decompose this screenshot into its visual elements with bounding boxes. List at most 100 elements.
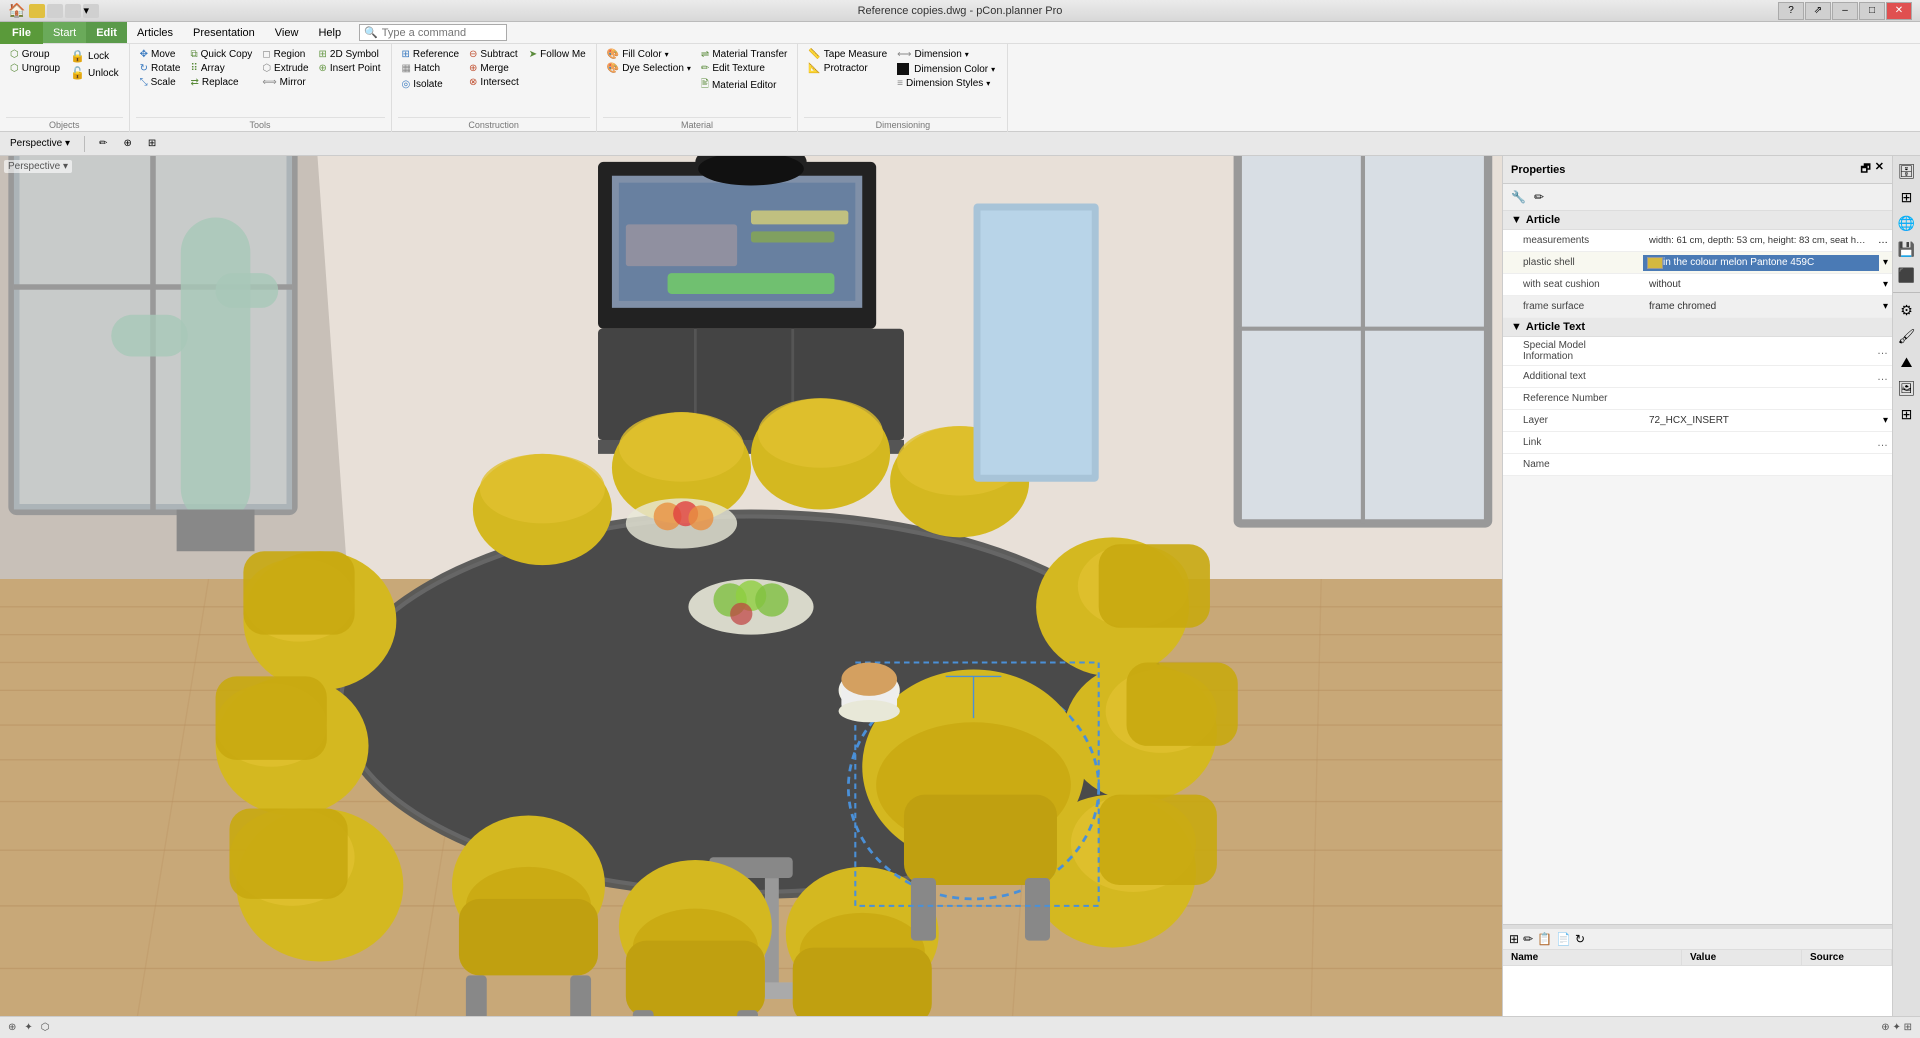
lock-btn[interactable]: 🔒 Lock [66,48,123,64]
subtract-btn[interactable]: ⊖ Subtract [465,48,523,61]
properties-panel: Properties 🗗 ✕ 🔧 ✏ ▼ Article measurement… [1502,156,1892,1016]
seat-cushion-dropdown[interactable]: ▾ [1879,279,1892,290]
minimize-btn[interactable]: – [1832,2,1858,20]
intersect-btn[interactable]: ⊗ Intersect [465,76,523,89]
plastic-shell-color-swatch [1647,257,1663,269]
quick-access-redo[interactable] [65,4,81,18]
status-nav2: ⬡ [41,1022,50,1033]
dimension-color-btn[interactable]: Dimension Color ▾ [893,62,999,76]
subtract-icon: ⊖ [469,49,477,60]
mirror-btn[interactable]: ⟺ Mirror [258,76,312,89]
material-transfer-btn[interactable]: ⇌ Material Transfer [697,48,791,61]
quick-copy-btn[interactable]: ⧉ Quick Copy [186,48,256,61]
ungroup-btn[interactable]: ⬡ Ungroup [6,62,64,75]
dye-selection-icon: 🎨 [607,63,619,74]
props-tool-pencil[interactable]: ✏ [1532,188,1546,206]
measurements-more-btn[interactable]: … [1874,235,1892,246]
sidebar-icon-save[interactable]: 💾 [1896,238,1918,260]
special-model-more-btn[interactable]: … [1873,345,1892,357]
props-tool-wrench[interactable]: 🔧 [1509,188,1528,206]
draw-tool[interactable]: ✏ [93,136,113,151]
array-btn[interactable]: ⠿ Array [186,62,256,75]
menu-view[interactable]: View [265,22,309,43]
prop-value-measurements: width: 61 cm, depth: 53 cm, height: 83 c… [1643,233,1874,248]
rotate-btn[interactable]: ↻ Rotate [136,62,185,75]
follow-me-btn[interactable]: ➤ Follow Me [525,48,590,61]
tape-measure-icon: 📏 [808,49,820,60]
props-bottom: ⊞ ✏ 📋 📄 ↻ Name Value Source [1503,924,1892,1016]
props-bottom-icon3[interactable]: 📋 [1537,932,1552,946]
select-tool[interactable]: ⊕ [117,136,137,151]
props-table-content [1503,966,1892,1016]
quick-access-more[interactable]: ▾ [83,4,99,18]
props-bottom-icon1[interactable]: ⊞ [1509,932,1519,946]
dimension-styles-btn[interactable]: ≡ Dimension Styles [893,77,999,90]
sidebar-icon-terrain[interactable]: ⛰ [1896,351,1918,373]
insert-point-btn[interactable]: ⊕ Insert Point [315,62,385,75]
share-btn[interactable]: ⇗ [1805,2,1831,20]
hatch-btn[interactable]: ▦ Hatch [398,62,464,75]
sidebar-icon-layers[interactable]: ⊞ [1896,186,1918,208]
move-btn[interactable]: ✥ Move [136,48,185,61]
edit-texture-btn[interactable]: ✏ Edit Texture [697,62,791,75]
group-btn[interactable]: ⬡ Group [6,48,64,61]
material-editor-btn[interactable]: 🖹 Material Editor [697,76,791,95]
menu-edit[interactable]: Edit [86,22,127,43]
article-collapse-icon: ▼ [1511,214,1522,226]
extrude-btn[interactable]: ⬡ Extrude [258,62,312,75]
article-text-section-label: Article Text [1526,321,1585,333]
search-box[interactable]: 🔍 [359,24,507,41]
scale-btn[interactable]: ⤡ Scale [136,76,185,89]
region-btn[interactable]: ◻ Region [258,48,312,61]
nav-tool[interactable]: ⊞ [142,136,162,151]
unlock-btn[interactable]: 🔓 Unlock [66,65,123,81]
article-section-header[interactable]: ▼ Article [1503,211,1892,230]
quick-access-save[interactable] [29,4,45,18]
search-input[interactable] [382,27,502,39]
scale-icon: ⤡ [140,77,148,88]
props-bottom-icon4[interactable]: 📄 [1556,932,1571,946]
props-bottom-icon2[interactable]: ✏ [1523,932,1533,946]
sidebar-icon-image[interactable]: 🖼 [1896,377,1918,399]
restore-btn[interactable]: □ [1859,2,1885,20]
dimension-btn[interactable]: ⟷ Dimension [893,48,999,61]
close-btn[interactable]: ✕ [1886,2,1912,20]
menu-articles[interactable]: Articles [127,22,183,43]
fill-color-btn[interactable]: 🎨 Fill Color ▾ [603,48,695,61]
menu-file[interactable]: File [0,22,43,44]
merge-btn[interactable]: ⊕ Merge [465,62,523,75]
reference-btn[interactable]: ⊞ Reference [398,48,464,61]
tape-measure-btn[interactable]: 📏 Tape Measure [804,48,891,61]
layer-dropdown[interactable]: ▾ [1879,415,1892,426]
quick-access-undo[interactable] [47,4,63,18]
region-icon: ◻ [262,49,270,60]
props-bottom-icon5[interactable]: ↻ [1575,932,1585,946]
sidebar-icon-globe[interactable]: 🌐 [1896,212,1918,234]
protractor-btn[interactable]: 📐 Protractor [804,62,891,75]
properties-close-btn[interactable]: ✕ [1875,160,1884,179]
prop-value-plastic-shell-wrapper[interactable]: in the colour melon Pantone 459C [1643,255,1879,271]
sidebar-icon-grid[interactable]: ⊞ [1896,403,1918,425]
additional-text-more-btn[interactable]: … [1873,371,1892,383]
properties-restore-btn[interactable]: 🗗 [1860,160,1870,179]
article-text-section-header[interactable]: ▼ Article Text [1503,318,1892,337]
menu-presentation[interactable]: Presentation [183,22,265,43]
article-text-collapse-icon: ▼ [1511,321,1522,333]
replace-btn[interactable]: ⇄ Replace [186,76,256,89]
link-more-btn[interactable]: … [1873,437,1892,449]
prop-row-additional-text: Additional text … [1503,366,1892,388]
symbol-2d-btn[interactable]: ⊞ 2D Symbol [315,48,385,61]
menu-start[interactable]: Start [43,22,86,43]
perspective-dropdown[interactable]: Perspective ▾ [4,136,76,151]
sidebar-icon-database[interactable]: 🗄 [1896,160,1918,182]
plastic-shell-dropdown[interactable]: ▾ [1879,257,1892,268]
dye-selection-btn[interactable]: 🎨 Dye Selection ▾ [603,62,695,75]
3d-viewport[interactable]: Perspective ▾ [0,156,1502,1016]
menu-help[interactable]: Help [308,22,351,43]
frame-surface-dropdown[interactable]: ▾ [1879,301,1892,312]
sidebar-icon-settings[interactable]: ⚙ [1896,299,1918,321]
sidebar-icon-brush[interactable]: 🖌 [1896,325,1918,347]
isolate-btn[interactable]: ◎ Isolate [398,78,464,91]
help-btn[interactable]: ? [1778,2,1804,20]
sidebar-icon-stack[interactable]: ⬛ [1896,264,1918,286]
